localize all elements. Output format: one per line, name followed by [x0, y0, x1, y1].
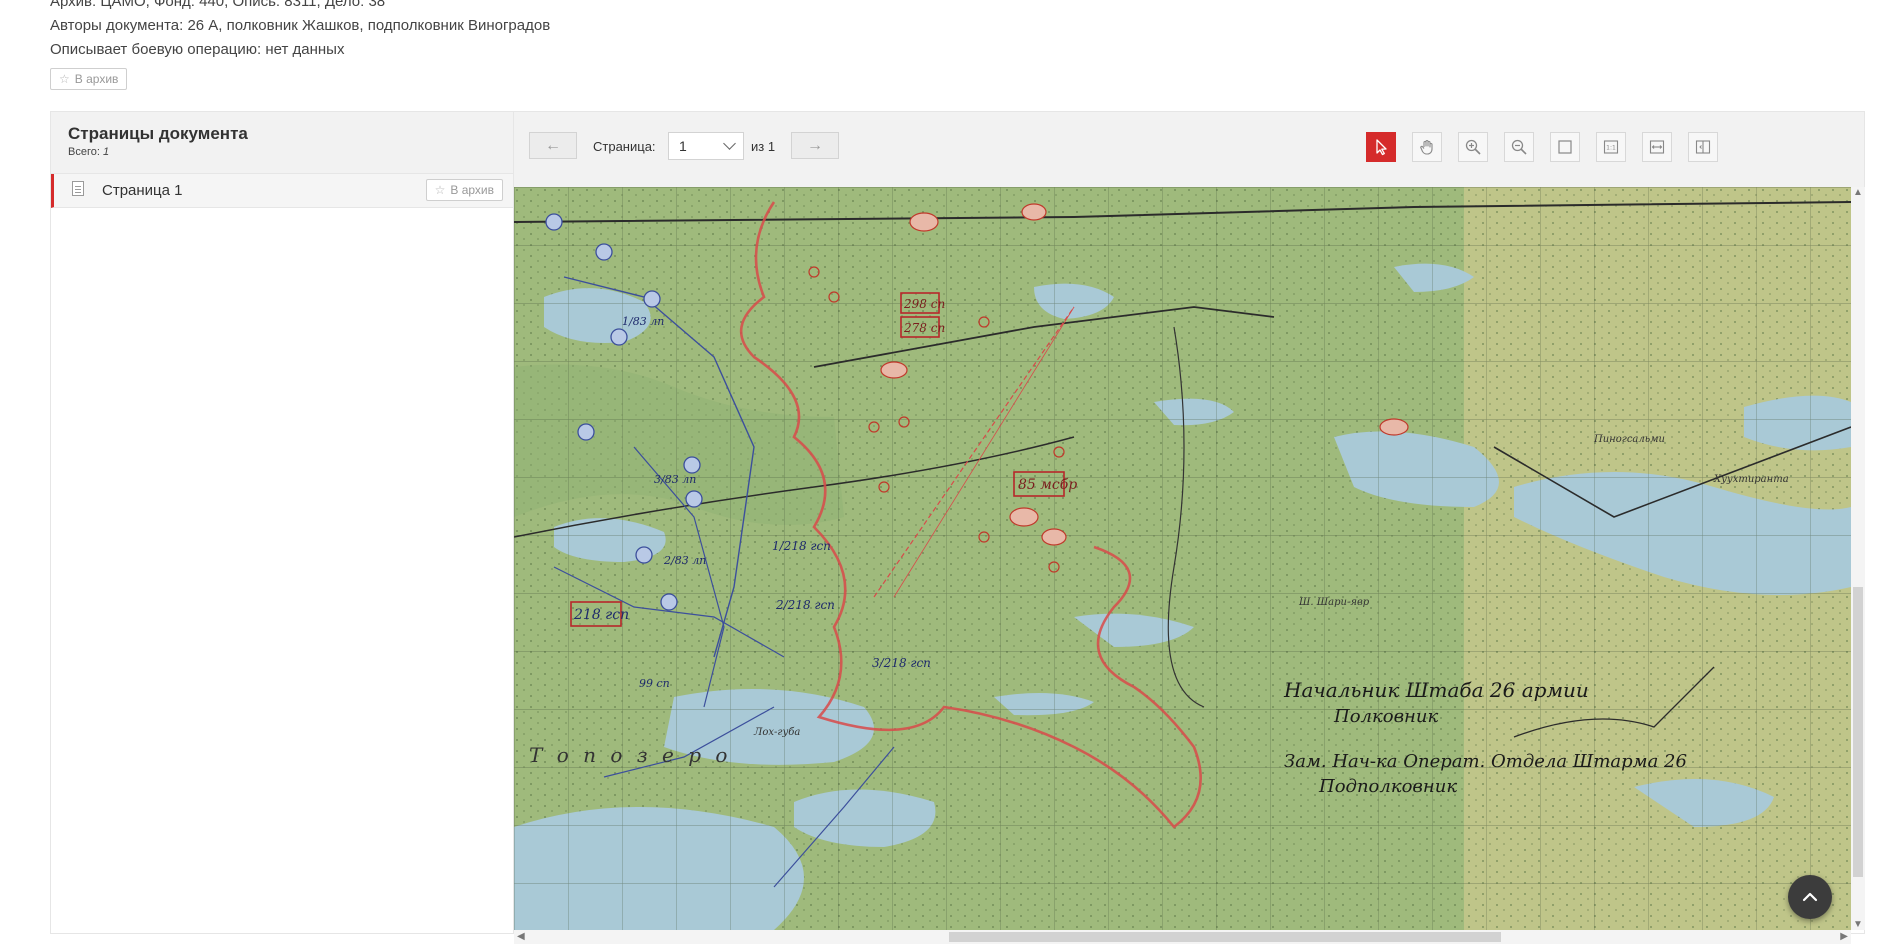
zoom-in-button[interactable] — [1458, 132, 1488, 162]
fit-width-button[interactable] — [1642, 132, 1672, 162]
add-to-archive-button[interactable]: ☆ В архив — [50, 68, 128, 90]
archive-info: Архив: ЦАМО, Фонд: 440, Опись: 8311, Дел… — [50, 0, 386, 10]
document-meta: Архив: ЦАМО, Фонд: 440, Опись: 8311, Дел… — [50, 0, 550, 62]
pages-sidebar: Страницы документа Всего: 1 Страница 1 ☆… — [51, 112, 514, 933]
scroll-down-arrow-icon[interactable]: ▼ — [1851, 919, 1865, 930]
svg-text:1:1: 1:1 — [1606, 144, 1616, 151]
page-add-to-archive-button[interactable]: ☆ В архив — [425, 179, 503, 201]
chevron-up-icon — [1802, 892, 1818, 902]
map-canvas[interactable]: 298 сп 278 сп 85 мсбр 218 гсп 1/218 гсп … — [514, 187, 1851, 930]
page-label: Страница: — [593, 139, 656, 154]
operation-info: Описывает боевую операцию: нет данных — [50, 41, 345, 58]
document-page-icon — [72, 181, 84, 196]
zoom-out-icon — [1511, 139, 1527, 155]
vertical-scrollbar[interactable]: ▲ ▼ — [1851, 187, 1865, 930]
scroll-up-arrow-icon[interactable]: ▲ — [1851, 187, 1865, 198]
split-view-button[interactable] — [1688, 132, 1718, 162]
map-image — [514, 187, 1851, 930]
page-select[interactable]: 1 — [668, 132, 744, 160]
horizontal-scrollbar[interactable]: ◀ ▶ — [514, 930, 1851, 944]
pages-total-count: 1 — [102, 146, 110, 158]
scroll-to-top-button[interactable] — [1788, 875, 1832, 919]
pages-total: Всего: 1 — [68, 146, 513, 158]
vertical-scroll-thumb[interactable] — [1853, 587, 1863, 877]
actual-size-button[interactable]: 1:1 — [1596, 132, 1626, 162]
hand-pan-icon — [1420, 139, 1433, 155]
scroll-right-arrow-icon[interactable]: ▶ — [1840, 930, 1848, 944]
sidebar-page-label: Страница 1 — [102, 182, 183, 199]
actual-size-icon: 1:1 — [1603, 140, 1619, 154]
sidebar-header: Страницы документа Всего: 1 — [51, 112, 513, 174]
select-pointer-button[interactable] — [1366, 132, 1396, 162]
add-to-archive-label: В архив — [74, 72, 119, 86]
star-icon: ☆ — [59, 72, 70, 86]
page-archive-label: В архив — [450, 183, 494, 197]
sidebar-title: Страницы документа — [68, 124, 248, 143]
sidebar-page-item[interactable]: Страница 1 ☆ В архив — [51, 174, 513, 208]
page-count-label: из 1 — [751, 139, 776, 154]
hand-pan-button[interactable] — [1412, 132, 1442, 162]
previous-page-button[interactable]: ← — [529, 132, 577, 159]
zoom-out-button[interactable] — [1504, 132, 1534, 162]
star-icon: ☆ — [434, 183, 446, 197]
chevron-down-icon — [723, 137, 736, 150]
authors-info: Авторы документа: 26 А, полковник Жашков… — [50, 17, 551, 34]
document-viewer: Страницы документа Всего: 1 Страница 1 ☆… — [50, 111, 1865, 944]
select-pointer-icon — [1376, 139, 1387, 156]
fit-width-icon — [1649, 140, 1665, 154]
fit-page-button[interactable] — [1550, 132, 1580, 162]
scroll-left-arrow-icon[interactable]: ◀ — [517, 930, 525, 944]
next-page-button[interactable]: → — [791, 132, 839, 159]
split-view-icon — [1695, 140, 1711, 154]
viewer-toolbar: ← Страница: 1 из 1 → 1:1 — [514, 112, 1864, 188]
pages-total-label: Всего: — [68, 146, 100, 158]
page-select-value: 1 — [679, 138, 687, 154]
zoom-in-icon — [1465, 139, 1481, 155]
fit-page-icon — [1558, 140, 1572, 154]
